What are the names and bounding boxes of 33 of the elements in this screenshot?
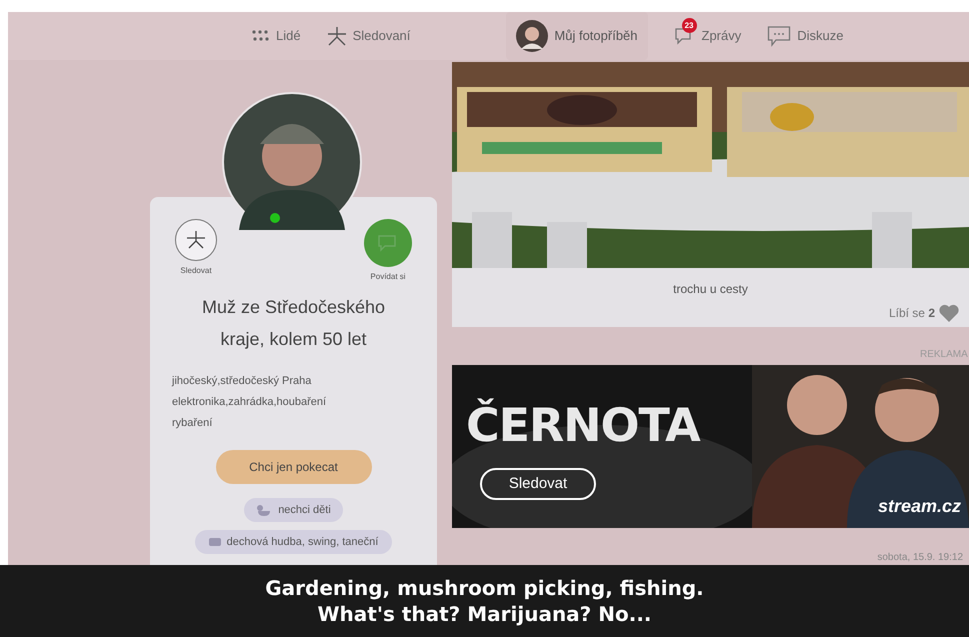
subtitle-line: What's that? Marijuana? No... [317,601,652,627]
photo-caption: trochu u cesty [672,281,749,298]
nav-link[interactable]: Lidé [252,18,301,54]
notification-badge: 23 [682,18,697,33]
intent-button[interactable]: Chci jen pokecat [216,450,372,484]
asterisk-icon [186,230,206,250]
people-icon [252,29,270,43]
heart-icon[interactable] [939,304,959,322]
follow-button[interactable] [175,219,217,261]
avatar-icon [516,20,548,52]
comment-icon [767,25,792,47]
tag-text: dechová hudba, swing, taneční [226,534,378,550]
asterisk-icon [326,26,347,46]
watch-button[interactable]: Sledovat [480,468,596,500]
profile-title: Muž ze Středočeského kraje, kolem 50 let [200,296,386,351]
tag-text: nechci děti [278,502,331,518]
profile-detail: jihočeský,středočeský Praha [172,374,312,389]
chat-button[interactable] [364,219,412,267]
post-date: sobota, 15.9. 19:12 [877,551,963,565]
brand-logo-text: stream.cz [878,495,961,518]
ad-label: REKLAMA [920,348,968,362]
action-label: Sledovat [180,265,212,277]
ad-title: ČERNOTA [466,397,700,454]
likes-count: Líbí se 2 [888,305,935,322]
profile-detail: elektronika,zahrádka,houbaření [172,395,326,410]
duck-icon [256,504,272,516]
subtitle-line: Gardening, mushroom picking, fishing. [265,575,704,601]
nav-link[interactable]: Můj fotopříběh [506,12,648,60]
nav-link[interactable]: 23 Zprávy [674,18,742,54]
nav-link[interactable]: Sledovaní [326,18,410,54]
profile-detail: rybaření [172,416,214,431]
nav-link[interactable]: Diskuze [767,17,844,55]
action-label: Povídat si [370,271,406,283]
